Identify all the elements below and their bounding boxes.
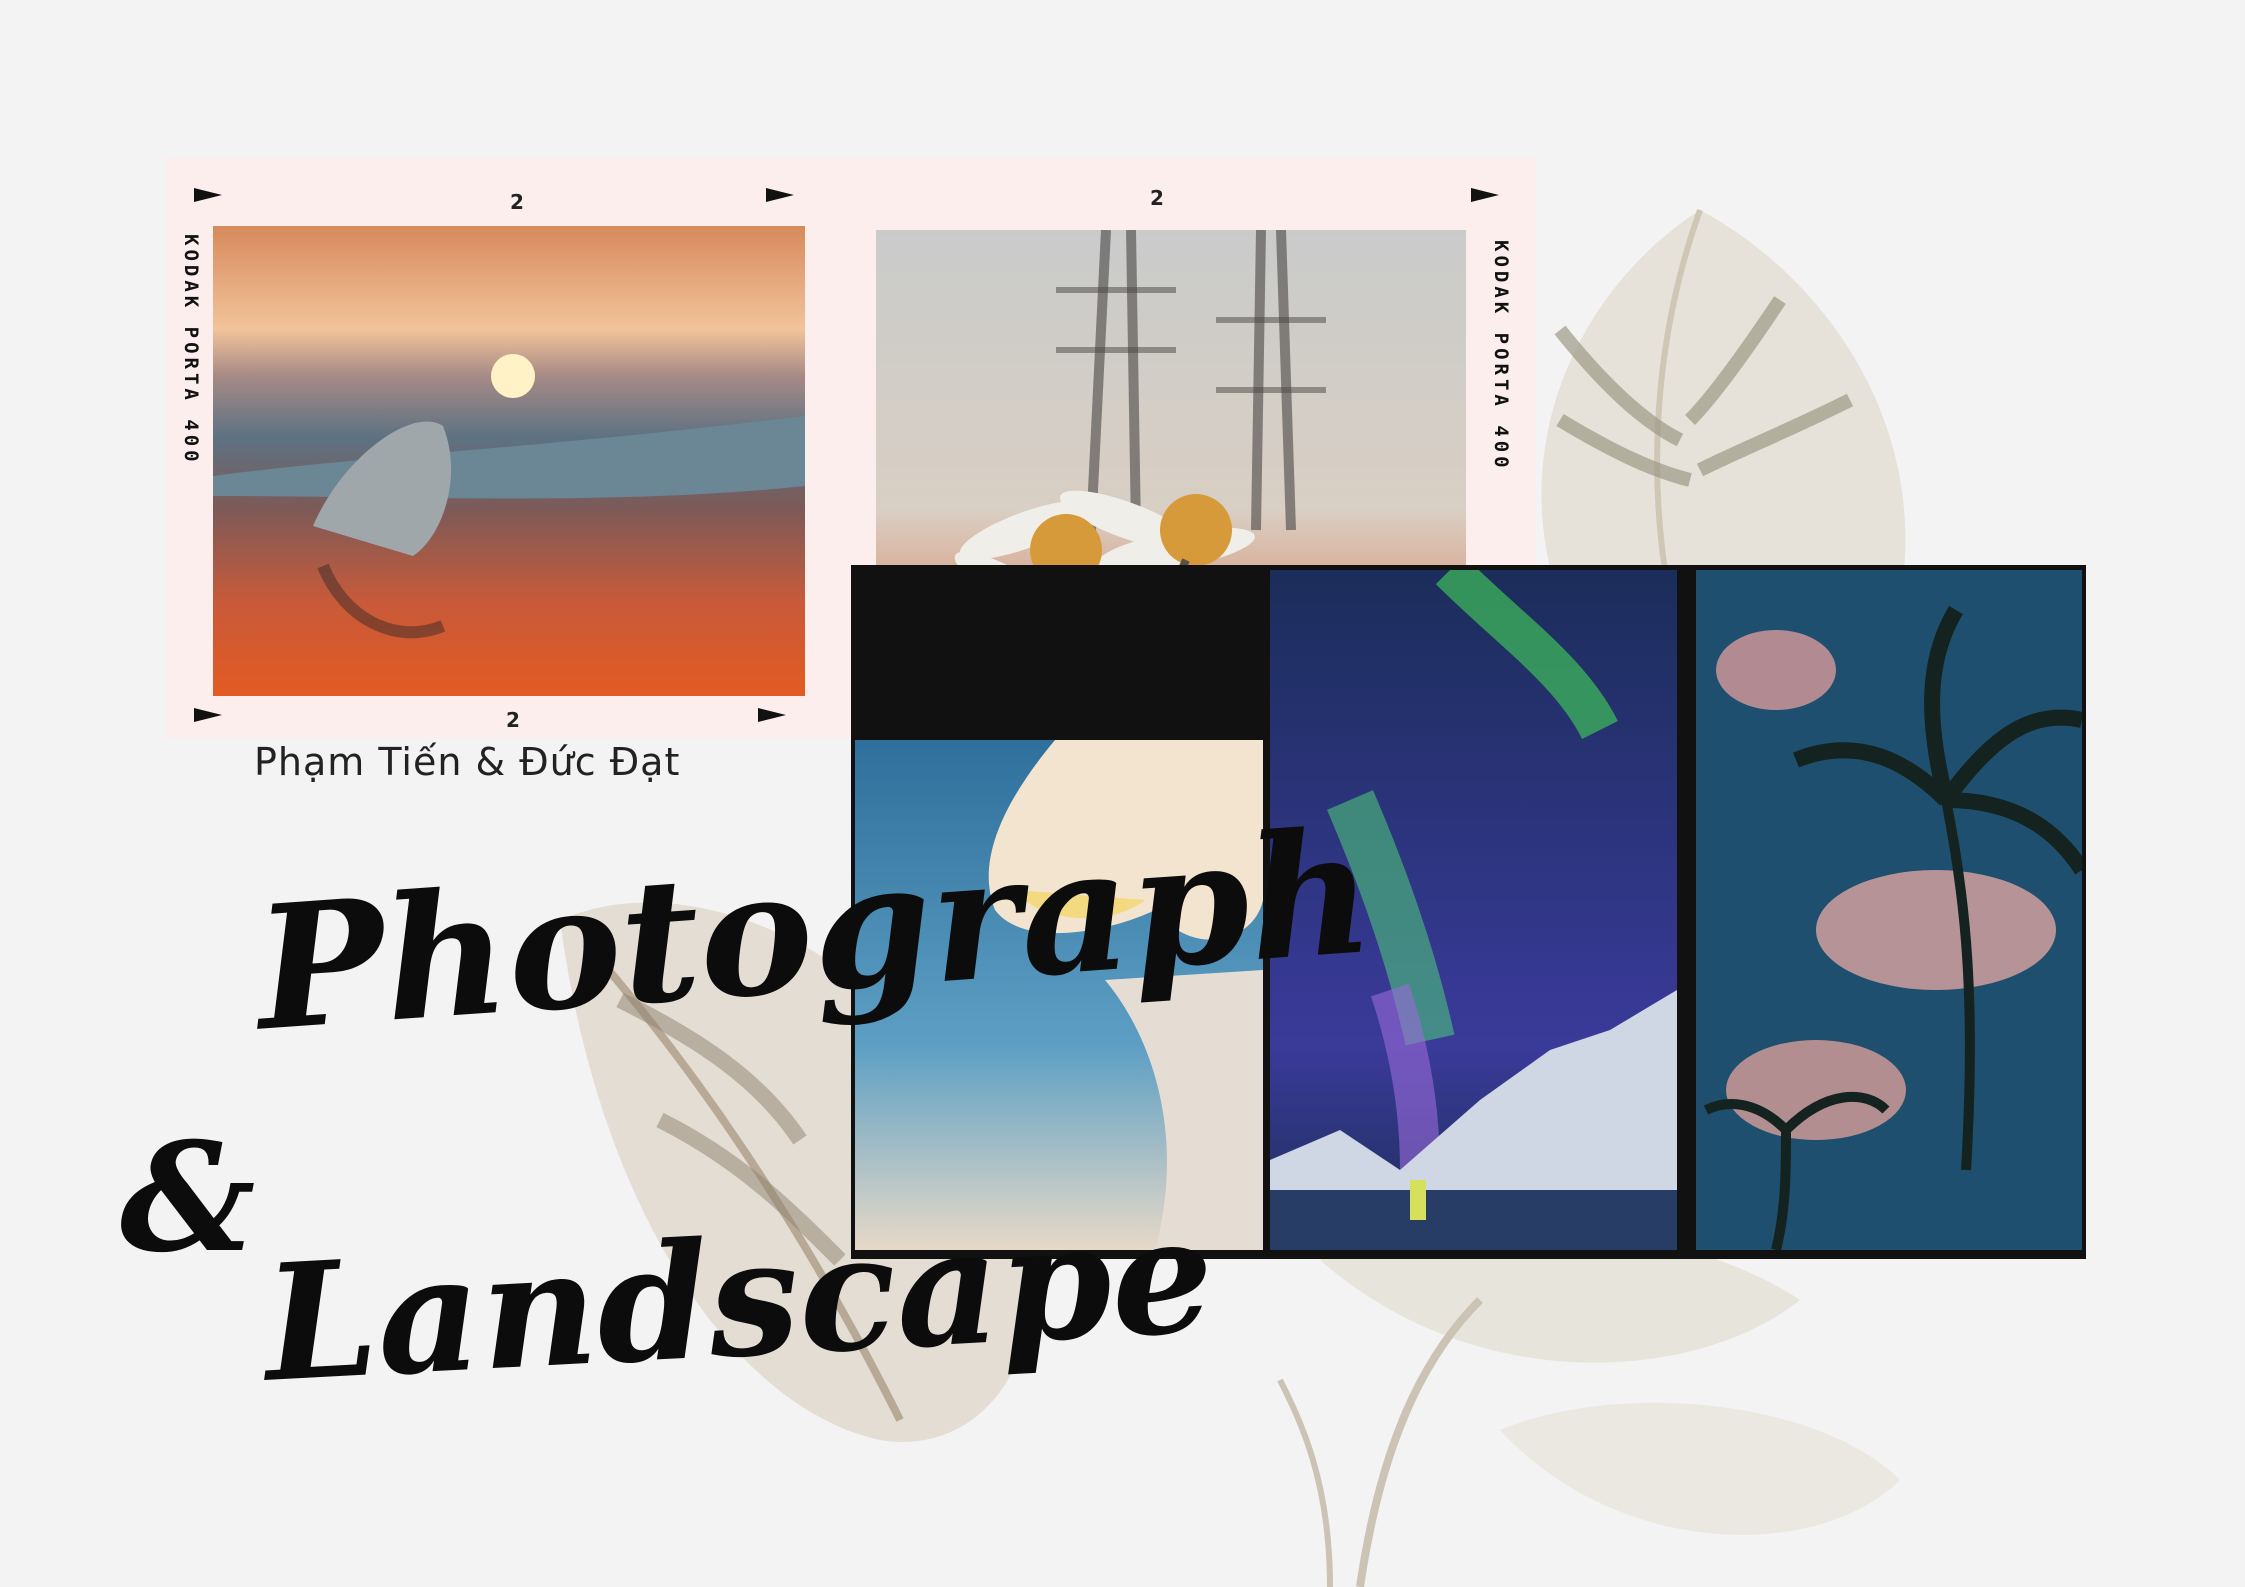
film-brand-label: KODAK PORTA 400 [180, 234, 202, 466]
film-arrow-icon [194, 708, 222, 722]
palm-sky-photo [1696, 570, 2082, 1250]
sunset-crystal-photo [213, 226, 805, 696]
film-arrow-icon [1471, 188, 1499, 202]
frame-number: 2 [1150, 186, 1164, 210]
film-arrow-icon [766, 188, 794, 202]
frame-number: 2 [506, 708, 520, 732]
film-brand-label: KODAK PORTA 400 [1490, 240, 1512, 472]
title-ampersand: & [120, 1110, 256, 1286]
film-arrow-icon [758, 708, 786, 722]
film-arrow-icon [194, 188, 222, 202]
author-credit: Phạm Tiến & Đức Đạt [254, 740, 681, 784]
frame-number: 2 [510, 190, 524, 214]
